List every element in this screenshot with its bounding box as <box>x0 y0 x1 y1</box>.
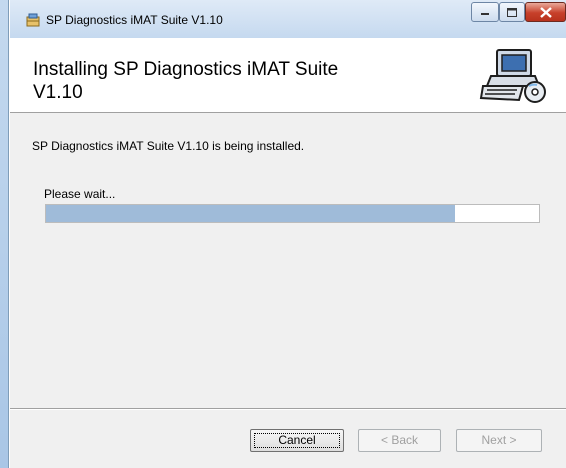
cancel-button[interactable]: Cancel <box>250 429 344 452</box>
back-button-label: < Back <box>380 433 419 447</box>
back-button[interactable]: < Back <box>358 429 441 452</box>
window-title: SP Diagnostics iMAT Suite V1.10 <box>46 13 223 27</box>
header-banner: Installing SP Diagnostics iMAT Suite V1.… <box>10 38 566 113</box>
maximize-button[interactable] <box>499 2 525 22</box>
page-title: Installing SP Diagnostics iMAT Suite V1.… <box>33 59 339 103</box>
next-button-label: Next > <box>481 433 517 447</box>
close-button[interactable] <box>525 2 566 22</box>
window-frame <box>0 0 9 468</box>
button-separator <box>10 408 566 410</box>
next-button[interactable]: Next > <box>456 429 542 452</box>
dialog-client-area: Installing SP Diagnostics iMAT Suite V1.… <box>10 38 566 468</box>
please-wait-label: Please wait... <box>44 187 116 201</box>
installer-app-icon <box>26 13 40 27</box>
focus-rectangle <box>254 433 340 448</box>
title-bar[interactable]: SP Diagnostics iMAT Suite V1.10 <box>10 0 566 38</box>
minimize-icon <box>481 13 489 15</box>
close-icon <box>539 6 552 18</box>
minimize-button[interactable] <box>471 2 499 22</box>
installer-window: SP Diagnostics iMAT Suite V1.10 Installi… <box>10 0 566 468</box>
install-status-text: SP Diagnostics iMAT Suite V1.10 is being… <box>32 139 305 153</box>
install-progress-bar <box>45 204 540 223</box>
install-progress-fill <box>46 205 456 222</box>
computer-disc-icon <box>479 49 546 103</box>
maximize-icon <box>507 7 517 17</box>
